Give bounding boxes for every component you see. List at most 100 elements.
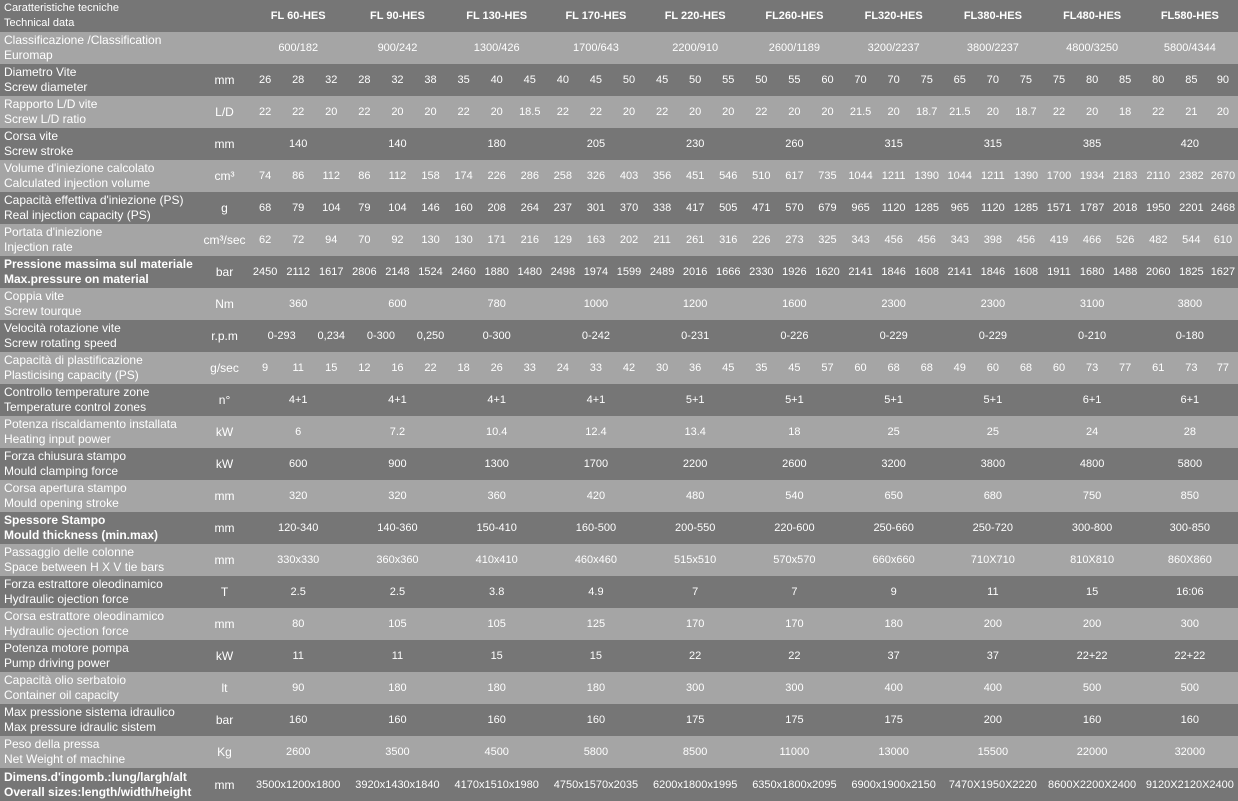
value-cell: 1300 <box>447 448 547 480</box>
value-cell: 456 <box>1009 224 1043 256</box>
value-cell: 9 <box>844 576 944 608</box>
value-cell: 1390 <box>1009 160 1043 192</box>
value-cell: 10.4 <box>447 416 547 448</box>
value-cell: 20 <box>380 96 414 128</box>
label-english: Injection rate <box>4 240 73 254</box>
label-italian: Caratteristiche tecniche <box>4 2 119 14</box>
value-cell: 60 <box>976 352 1010 384</box>
model-header: FL480-HES <box>1042 0 1142 32</box>
value-cell: 356 <box>645 160 679 192</box>
value-cell: 28 <box>347 64 381 96</box>
value-cell: 79 <box>281 192 315 224</box>
value-cell: 2016 <box>678 256 712 288</box>
value-cell: 86 <box>347 160 381 192</box>
value-cell: 160-500 <box>546 512 646 544</box>
value-cell: 1480 <box>513 256 547 288</box>
value-cell: 2300 <box>943 288 1043 320</box>
value-cell: 500 <box>1141 672 1238 704</box>
value-cell: 22 <box>546 96 580 128</box>
value-cell: 5800 <box>546 736 646 768</box>
value-cell: 45 <box>579 64 613 96</box>
row-label: Spessore Stampo Mould thickness (min.max) <box>0 512 201 544</box>
value-cell: 220-600 <box>744 512 845 544</box>
table-row: Spessore Stampo Mould thickness (min.max)… <box>0 512 1238 544</box>
unit-cell: bar <box>200 704 249 736</box>
value-cell: 4500 <box>447 736 547 768</box>
label-italian: Corsa vite <box>4 129 59 143</box>
value-cell: 140-360 <box>347 512 448 544</box>
value-cell: 20 <box>1207 96 1238 128</box>
label-italian: Dimens.d'ingomb.:lung/largh/alt <box>4 769 187 784</box>
value-cell: 610 <box>1207 224 1238 256</box>
value-cell: 129 <box>546 224 580 256</box>
value-cell: 456 <box>910 224 944 256</box>
value-cell: 77 <box>1108 352 1142 384</box>
value-cell: 11 <box>248 640 348 672</box>
value-cell: 37 <box>844 640 944 672</box>
value-cell: 3800/2237 <box>943 32 1043 64</box>
value-cell: 37 <box>943 640 1043 672</box>
value-cell: 0-300 <box>347 320 414 352</box>
value-cell: 104 <box>314 192 348 224</box>
value-cell: 22+22 <box>1042 640 1142 672</box>
value-cell: 1974 <box>579 256 613 288</box>
label-italian: Peso della pressa <box>4 737 100 751</box>
value-cell: 4+1 <box>447 384 547 416</box>
label-italian: Pressione massima sul materiale <box>4 257 193 271</box>
value-cell: 360 <box>248 288 348 320</box>
value-cell: 9 <box>248 352 282 384</box>
label-italian: Corsa apertura stampo <box>4 481 127 495</box>
value-cell: 40 <box>480 64 514 96</box>
label-english: Net Weight of machine <box>4 752 126 766</box>
value-cell: 1926 <box>777 256 811 288</box>
value-cell: 546 <box>711 160 745 192</box>
model-header: FL380-HES <box>943 0 1043 32</box>
value-cell: 170 <box>744 608 845 640</box>
label-italian: Potenza riscaldamento installata <box>4 417 177 431</box>
value-cell: 510 <box>744 160 778 192</box>
value-cell: 12.4 <box>546 416 646 448</box>
value-cell: 8500 <box>645 736 745 768</box>
value-cell: 49 <box>943 352 977 384</box>
value-cell: 325 <box>810 224 845 256</box>
value-cell: 20 <box>976 96 1010 128</box>
value-cell: 25 <box>844 416 944 448</box>
value-cell: 370 <box>612 192 646 224</box>
label-italian: Coppia vite <box>4 289 65 303</box>
value-cell: 60 <box>844 352 878 384</box>
value-cell: 0-180 <box>1141 320 1238 352</box>
value-cell: 70 <box>877 64 911 96</box>
value-cell: 2382 <box>1174 160 1208 192</box>
value-cell: 22 <box>413 352 448 384</box>
value-cell: 237 <box>546 192 580 224</box>
unit-cell: kW <box>200 416 249 448</box>
value-cell: 90 <box>248 672 348 704</box>
value-cell: 6350x1800x2095 <box>744 768 845 801</box>
value-cell: 680 <box>943 480 1043 512</box>
value-cell: 1300/426 <box>447 32 547 64</box>
value-cell: 216 <box>513 224 547 256</box>
value-cell: 540 <box>744 480 845 512</box>
value-cell: 25 <box>943 416 1043 448</box>
model-header: FL580-HES <box>1141 0 1238 32</box>
value-cell: 80 <box>1075 64 1109 96</box>
value-cell: 200 <box>943 704 1043 736</box>
row-label: Diametro Vite Screw diameter <box>0 64 201 96</box>
row-label: Velocità rotazione vite Screw rotating sp… <box>0 320 201 352</box>
row-label: Peso della pressa Net Weight of machine <box>0 736 201 768</box>
value-cell: 1211 <box>877 160 911 192</box>
value-cell: 385 <box>1042 128 1142 160</box>
value-cell: 5+1 <box>645 384 745 416</box>
value-cell: 1285 <box>910 192 944 224</box>
value-cell: 1666 <box>711 256 745 288</box>
table-row: Potenza motore pompa Pump driving power kW… <box>0 640 1238 672</box>
value-cell: 21 <box>1174 96 1208 128</box>
value-cell: 1934 <box>1075 160 1109 192</box>
label-english: Temperature control zones <box>4 400 147 414</box>
label-english: Screw diameter <box>4 80 88 94</box>
value-cell: 456 <box>877 224 911 256</box>
value-cell: 2600/1189 <box>744 32 845 64</box>
unit-cell: mm <box>200 512 249 544</box>
value-cell: 1950 <box>1141 192 1175 224</box>
value-cell: 50 <box>744 64 778 96</box>
